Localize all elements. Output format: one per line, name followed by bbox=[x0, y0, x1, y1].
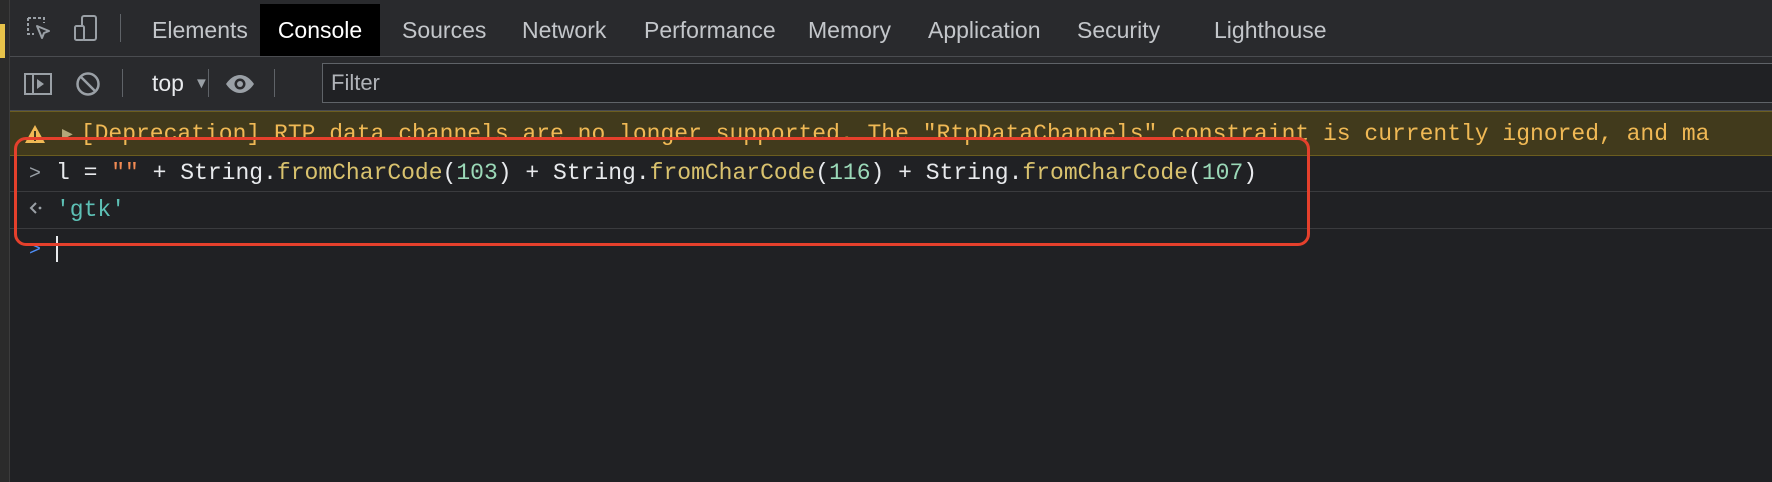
console-output: ▶ [Deprecation] RTP data channels are no… bbox=[10, 111, 1772, 482]
warning-message[interactable]: ▶ [Deprecation] RTP data channels are no… bbox=[10, 111, 1772, 156]
console-input-row[interactable]: > l = "" + String.fromCharCode(103) + St… bbox=[10, 155, 1772, 192]
tab-sources[interactable]: Sources bbox=[378, 4, 510, 56]
tab-elements[interactable]: Elements bbox=[128, 4, 272, 56]
tab-console[interactable]: Console bbox=[260, 4, 380, 56]
devtools-tab-bar: Elements Console Sources Network Perform… bbox=[10, 0, 1772, 57]
toolbar-divider bbox=[120, 14, 121, 42]
inspect-element-icon[interactable] bbox=[24, 14, 54, 44]
expand-triangle-icon[interactable]: ▶ bbox=[62, 125, 73, 142]
clear-console-icon[interactable] bbox=[72, 68, 104, 100]
console-prompt-row[interactable]: > bbox=[10, 229, 1772, 269]
console-filter-bar: top ▼ bbox=[10, 57, 1772, 111]
context-selector[interactable]: top ▼ bbox=[152, 66, 209, 100]
result-arrow-icon bbox=[24, 199, 46, 222]
tab-application[interactable]: Application bbox=[904, 4, 1065, 56]
device-toolbar-icon[interactable] bbox=[72, 14, 102, 44]
left-edge-strip bbox=[0, 0, 10, 482]
text-cursor[interactable] bbox=[56, 236, 58, 262]
result-value: 'gtk' bbox=[56, 197, 126, 223]
sidebar-toggle-icon[interactable] bbox=[22, 68, 54, 100]
filterbar-divider bbox=[208, 69, 209, 97]
tab-memory[interactable]: Memory bbox=[784, 4, 915, 56]
tab-lighthouse[interactable]: Lighthouse bbox=[1190, 4, 1351, 56]
filterbar-divider bbox=[274, 69, 275, 97]
tab-security[interactable]: Security bbox=[1053, 4, 1184, 56]
tab-performance[interactable]: Performance bbox=[620, 4, 800, 56]
input-prompt-icon: > bbox=[29, 161, 41, 184]
warning-text: [Deprecation] RTP data channels are no l… bbox=[80, 120, 1710, 147]
active-prompt-icon: > bbox=[29, 237, 41, 260]
warning-icon bbox=[24, 123, 46, 145]
live-expression-eye-icon[interactable] bbox=[224, 68, 256, 100]
chevron-down-icon: ▼ bbox=[193, 74, 209, 92]
left-edge-marker bbox=[0, 24, 5, 58]
context-label: top bbox=[152, 69, 184, 96]
devtools-panel: Elements Console Sources Network Perform… bbox=[10, 0, 1772, 482]
filterbar-divider bbox=[122, 69, 123, 97]
console-result-row[interactable]: 'gtk' bbox=[10, 192, 1772, 229]
input-expression: l = "" + String.fromCharCode(103) + Stri… bbox=[56, 160, 1258, 186]
filter-input[interactable] bbox=[322, 63, 1772, 103]
tab-network[interactable]: Network bbox=[498, 4, 630, 56]
